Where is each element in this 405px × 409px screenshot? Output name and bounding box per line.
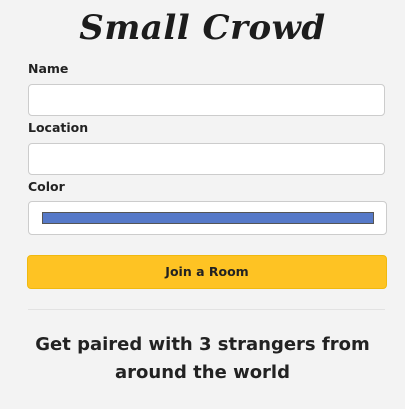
app-title: Small Crowd — [79, 8, 326, 48]
divider — [28, 309, 385, 310]
location-label: Location — [28, 120, 89, 135]
color-swatch[interactable] — [42, 212, 374, 224]
join-page: Small Crowd Name Location Color Join a R… — [0, 0, 405, 409]
tagline: Get paired with 3 strangers from around … — [35, 334, 370, 383]
color-picker[interactable] — [28, 201, 387, 235]
color-label: Color — [28, 179, 65, 194]
location-input[interactable] — [28, 143, 385, 175]
join-room-button[interactable]: Join a Room — [27, 255, 387, 289]
name-input[interactable] — [28, 84, 385, 116]
name-label: Name — [28, 61, 69, 76]
